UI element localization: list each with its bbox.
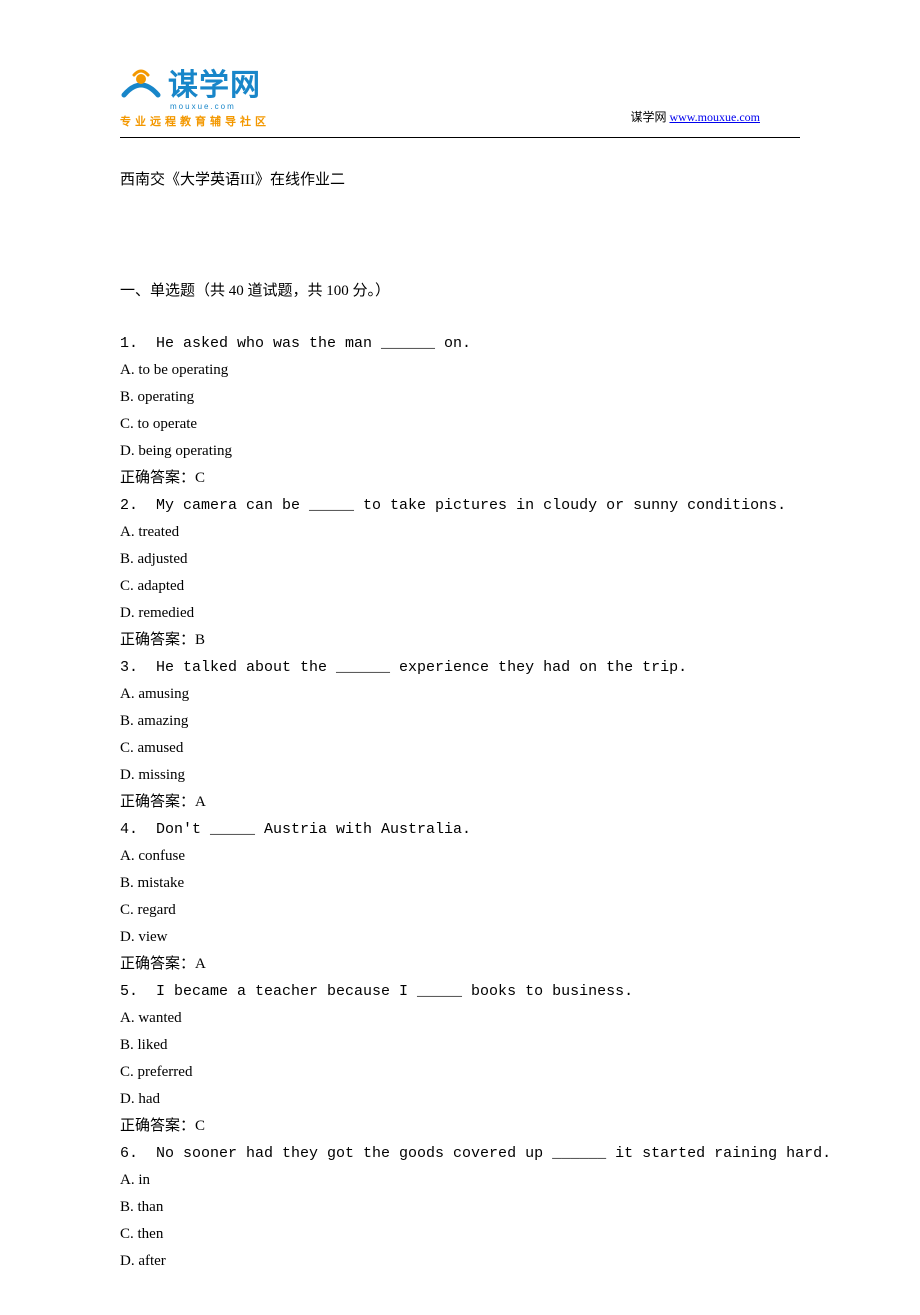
- question-answer: 正确答案：C: [120, 1113, 800, 1140]
- question-option: D. missing: [120, 762, 800, 789]
- question-option: A. to be operating: [120, 357, 800, 384]
- question-option: B. mistake: [120, 870, 800, 897]
- question-option: A. amusing: [120, 681, 800, 708]
- question-option: C. then: [120, 1221, 800, 1248]
- page-header: 谋学网 mouxue.com 专业远程教育辅导社区 谋学网 www.mouxue…: [120, 60, 800, 129]
- question-answer: 正确答案：A: [120, 789, 800, 816]
- question-option: A. in: [120, 1167, 800, 1194]
- question-stem: 2. My camera can be _____ to take pictur…: [120, 492, 800, 519]
- question-option: D. had: [120, 1086, 800, 1113]
- logo-text: 谋学网: [168, 60, 261, 104]
- logo-icon: [120, 65, 162, 107]
- question-stem: 5. I became a teacher because I _____ bo…: [120, 978, 800, 1005]
- question-stem: 1. He asked who was the man ______ on.: [120, 330, 800, 357]
- question-answer: 正确答案：B: [120, 627, 800, 654]
- question-stem: 4. Don't _____ Austria with Australia.: [120, 816, 800, 843]
- question-option: C. amused: [120, 735, 800, 762]
- question-option: A. wanted: [120, 1005, 800, 1032]
- question-list: 1. He asked who was the man ______ on.A.…: [120, 330, 800, 1275]
- question-option: C. adapted: [120, 573, 800, 600]
- question-option: B. than: [120, 1194, 800, 1221]
- question-option: C. to operate: [120, 411, 800, 438]
- question-answer: 正确答案：A: [120, 951, 800, 978]
- question-option: D. being operating: [120, 438, 800, 465]
- header-link[interactable]: www.mouxue.com: [669, 110, 760, 124]
- question-option: C. regard: [120, 897, 800, 924]
- question-option: B. amazing: [120, 708, 800, 735]
- question-option: B. liked: [120, 1032, 800, 1059]
- question-option: D. remedied: [120, 600, 800, 627]
- question-option: D. after: [120, 1248, 800, 1275]
- question-option: A. confuse: [120, 843, 800, 870]
- logo-tagline: 专业远程教育辅导社区: [120, 113, 270, 129]
- question-option: B. adjusted: [120, 546, 800, 573]
- document-page: 谋学网 mouxue.com 专业远程教育辅导社区 谋学网 www.mouxue…: [0, 0, 920, 1315]
- logo-block: 谋学网 mouxue.com 专业远程教育辅导社区: [120, 60, 270, 129]
- header-divider: [120, 137, 800, 138]
- header-link-block: 谋学网 www.mouxue.com: [630, 108, 760, 125]
- document-title: 西南交《大学英语III》在线作业二: [120, 168, 800, 189]
- question-stem: 6. No sooner had they got the goods cove…: [120, 1140, 800, 1167]
- header-link-prefix: 谋学网: [630, 110, 669, 124]
- question-option: D. view: [120, 924, 800, 951]
- section-heading: 一、单选题（共 40 道试题，共 100 分。）: [120, 279, 800, 300]
- question-option: A. treated: [120, 519, 800, 546]
- question-answer: 正确答案：C: [120, 465, 800, 492]
- question-stem: 3. He talked about the ______ experience…: [120, 654, 800, 681]
- question-option: C. preferred: [120, 1059, 800, 1086]
- question-option: B. operating: [120, 384, 800, 411]
